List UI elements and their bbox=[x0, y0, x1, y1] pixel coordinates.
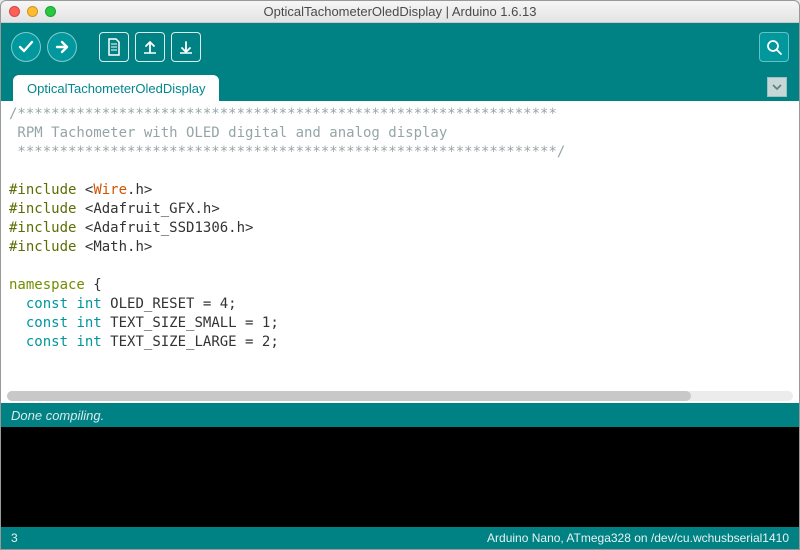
serial-monitor-button[interactable] bbox=[759, 32, 789, 62]
new-sketch-button[interactable] bbox=[99, 32, 129, 62]
window-title: OpticalTachometerOledDisplay | Arduino 1… bbox=[1, 4, 799, 19]
code-token: int bbox=[76, 296, 101, 312]
code-token: .h> bbox=[228, 220, 253, 236]
code-token: #include bbox=[9, 201, 76, 217]
upload-button[interactable] bbox=[47, 32, 77, 62]
code-line: RPM Tachometer with OLED digital and ana… bbox=[9, 125, 447, 141]
minimize-icon[interactable] bbox=[27, 6, 38, 17]
code-token: #include bbox=[9, 182, 76, 198]
code-token: int bbox=[76, 334, 101, 350]
magnifier-icon bbox=[765, 38, 783, 56]
footer-bar: 3 Arduino Nano, ATmega328 on /dev/cu.wch… bbox=[1, 527, 799, 549]
arduino-ide-window: OpticalTachometerOledDisplay | Arduino 1… bbox=[0, 0, 800, 550]
toolbar bbox=[1, 23, 799, 71]
code-token: namespace bbox=[9, 277, 85, 293]
line-number: 3 bbox=[11, 531, 18, 545]
code-editor[interactable]: /***************************************… bbox=[1, 101, 799, 403]
output-console[interactable] bbox=[1, 427, 799, 527]
scrollbar-thumb[interactable] bbox=[7, 391, 691, 401]
horizontal-scrollbar[interactable] bbox=[7, 391, 793, 401]
code-token: Adafruit_SSD1306 bbox=[93, 220, 228, 236]
code-line: ****************************************… bbox=[9, 144, 565, 160]
code-token: .h> bbox=[194, 201, 219, 217]
code-token: Wire bbox=[93, 182, 127, 198]
code-token: OLED_RESET = 4; bbox=[102, 296, 237, 312]
code-token: Math bbox=[93, 239, 127, 255]
tab-strip: OpticalTachometerOledDisplay bbox=[1, 71, 799, 101]
code-token: int bbox=[76, 315, 101, 331]
code-content: /***************************************… bbox=[1, 101, 799, 356]
code-token: const bbox=[26, 334, 68, 350]
code-token: TEXT_SIZE_SMALL = 1; bbox=[102, 315, 279, 331]
code-token: .h> bbox=[127, 182, 152, 198]
code-token: #include bbox=[9, 239, 76, 255]
code-token: const bbox=[26, 315, 68, 331]
save-sketch-button[interactable] bbox=[171, 32, 201, 62]
code-token: #include bbox=[9, 220, 76, 236]
status-message: Done compiling. bbox=[11, 408, 104, 423]
code-token: { bbox=[85, 277, 102, 293]
arrow-down-icon bbox=[178, 39, 194, 55]
sketch-tab[interactable]: OpticalTachometerOledDisplay bbox=[13, 75, 219, 101]
traffic-lights bbox=[9, 6, 56, 17]
arrow-up-icon bbox=[142, 39, 158, 55]
code-token: const bbox=[26, 296, 68, 312]
code-token: TEXT_SIZE_LARGE = 2; bbox=[102, 334, 279, 350]
open-sketch-button[interactable] bbox=[135, 32, 165, 62]
tab-menu-button[interactable] bbox=[767, 77, 787, 97]
verify-button[interactable] bbox=[11, 32, 41, 62]
check-icon bbox=[17, 38, 35, 56]
status-bar: Done compiling. bbox=[1, 403, 799, 427]
zoom-icon[interactable] bbox=[45, 6, 56, 17]
code-token: Adafruit_GFX bbox=[93, 201, 194, 217]
window-titlebar: OpticalTachometerOledDisplay | Arduino 1… bbox=[1, 1, 799, 23]
sketch-tab-label: OpticalTachometerOledDisplay bbox=[27, 81, 205, 96]
board-port-info: Arduino Nano, ATmega328 on /dev/cu.wchus… bbox=[487, 531, 789, 545]
file-icon bbox=[106, 38, 122, 56]
arrow-right-icon bbox=[53, 38, 71, 56]
code-token: .h> bbox=[127, 239, 152, 255]
close-icon[interactable] bbox=[9, 6, 20, 17]
chevron-down-icon bbox=[772, 82, 782, 92]
code-line: /***************************************… bbox=[9, 106, 557, 122]
